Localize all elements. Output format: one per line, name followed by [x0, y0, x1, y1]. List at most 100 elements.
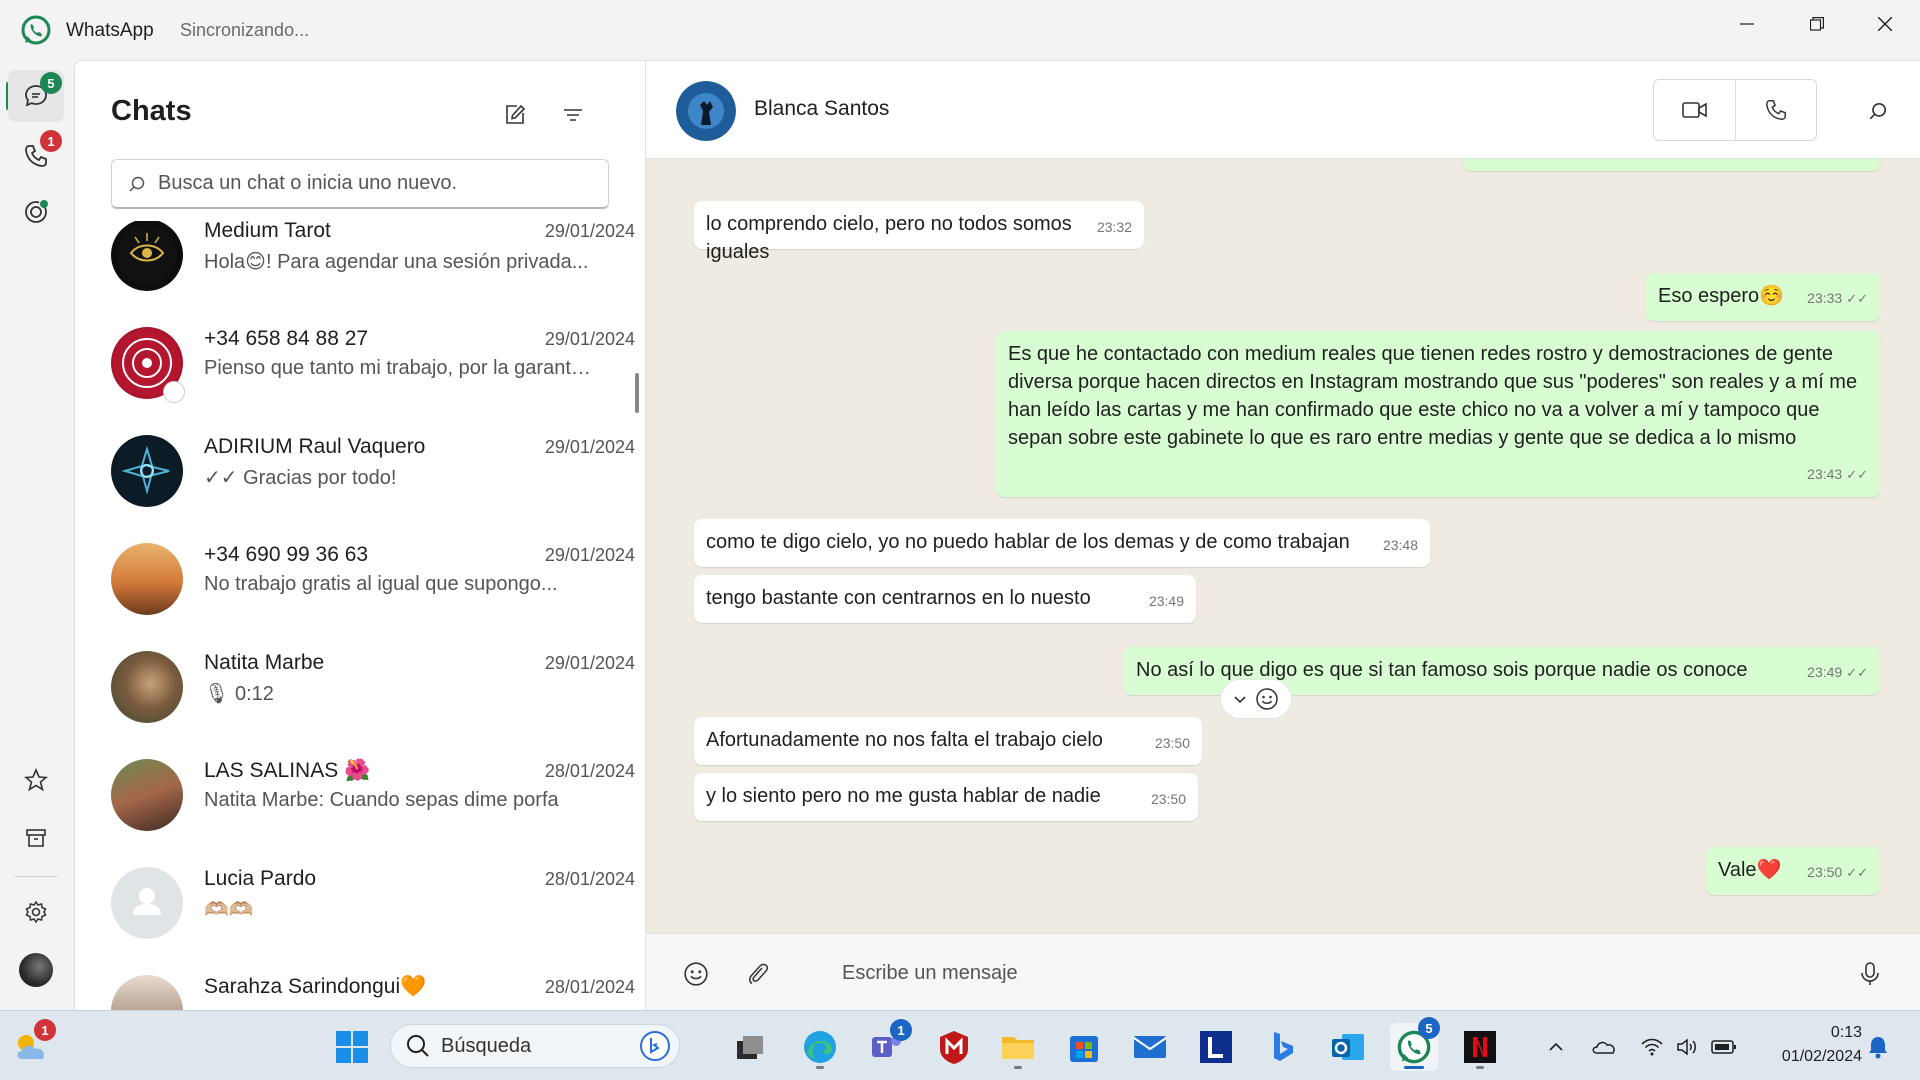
message-list: lo comprendo cielo, pero no todos somos …	[646, 159, 1920, 933]
message-bubble-incoming[interactable]: tengo bastante con centrarnos en lo nues…	[694, 575, 1196, 623]
minimize-button[interactable]	[1712, 0, 1782, 48]
taskbar-whatsapp[interactable]: 5	[1390, 1017, 1440, 1071]
double-check-icon: ✓✓	[1846, 865, 1868, 880]
chat-name: Sarahza Sarindongui🧡	[204, 975, 427, 998]
chat-search-box[interactable]	[111, 159, 609, 209]
folder-icon	[1002, 1037, 1034, 1059]
notifications-button[interactable]	[1862, 1033, 1894, 1061]
app-title: WhatsApp	[66, 20, 154, 41]
emoji-button[interactable]	[676, 954, 716, 994]
rail-chats-button[interactable]: 5	[8, 70, 64, 122]
chat-list-item[interactable]: Natita Marbe 29/01/2024 🎙 0:12	[75, 645, 635, 753]
title-bar: WhatsApp Sincronizando...	[0, 0, 1920, 60]
message-text: Es que he contactado con medium reales q…	[1008, 343, 1858, 449]
attach-button[interactable]	[738, 954, 778, 994]
chat-list-scrollbar[interactable]	[635, 373, 639, 413]
task-view-button[interactable]	[726, 1023, 774, 1071]
taskbar-clock[interactable]: 0:13 01/02/2024	[1752, 1021, 1862, 1069]
chat-list-item[interactable]: +34 658 84 88 27 29/01/2024 Pienso que t…	[75, 321, 635, 429]
conversation-header[interactable]: Blanca Santos	[646, 61, 1920, 159]
message-bubble-incoming[interactable]: como te digo cielo, yo no puedo hablar d…	[694, 519, 1430, 567]
chevron-down-icon[interactable]	[1233, 692, 1247, 706]
message-bubble-incoming[interactable]: y lo siento pero no me gusta hablar de n…	[694, 773, 1198, 821]
rail-starred-button[interactable]	[8, 754, 64, 806]
emoji-react-icon[interactable]	[1255, 687, 1279, 711]
network-tray-button[interactable]	[1636, 1033, 1668, 1061]
message-time: 23:50	[1150, 791, 1186, 807]
profile-avatar	[19, 953, 53, 987]
chat-preview: Pienso que tanto mi trabajo, por la gara…	[204, 357, 594, 379]
start-button[interactable]	[328, 1023, 376, 1071]
chat-list-item[interactable]: Lucia Pardo 28/01/2024 🫶🏼🫶🏼	[75, 861, 635, 969]
message-time: 23:49	[1807, 664, 1843, 680]
chat-preview: Hola😊! Para agendar una sesión privada..…	[204, 251, 589, 273]
taskbar-search-label: Búsqueda	[441, 1034, 532, 1057]
rail-settings-button[interactable]	[8, 886, 64, 938]
contact-name: Blanca Santos	[754, 97, 890, 120]
chat-list-title: Chats	[111, 95, 192, 127]
close-icon	[1878, 17, 1892, 31]
video-call-button[interactable]	[1654, 80, 1735, 140]
contact-avatar	[111, 543, 183, 615]
weather-badge: 1	[34, 1019, 56, 1041]
taskbar-teams[interactable]: 1	[862, 1019, 912, 1071]
call-buttons-group	[1653, 79, 1817, 141]
search-messages-button[interactable]	[1858, 91, 1898, 131]
chat-list-item[interactable]: +34 690 99 36 63 29/01/2024 No trabajo g…	[75, 537, 635, 645]
message-bubble-outgoing[interactable]: Es que he contactado con medium reales q…	[996, 331, 1880, 497]
chat-date: 29/01/2024	[544, 545, 635, 565]
chat-name: +34 690 99 36 63	[204, 543, 369, 566]
outlook-icon	[1332, 1034, 1364, 1060]
chat-date: 29/01/2024	[544, 653, 635, 673]
taskbar-search[interactable]: Búsqueda	[390, 1024, 680, 1068]
new-chat-button[interactable]	[495, 95, 535, 135]
taskbar-bing[interactable]	[1258, 1023, 1306, 1071]
message-time-wrap: 23:50 ✓✓	[1807, 858, 1868, 887]
taskbar-netflix[interactable]	[1456, 1023, 1504, 1071]
teams-badge: 1	[890, 1019, 912, 1041]
rail-calls-button[interactable]: 1	[8, 130, 64, 182]
message-bubble-outgoing[interactable]: Eso espero☺️ 23:33 ✓✓	[1646, 273, 1880, 321]
message-bubble-incoming[interactable]: Afortunadamente no nos falta el trabajo …	[694, 717, 1202, 765]
speaker-icon	[1677, 1038, 1696, 1056]
message-bubble-incoming[interactable]: lo comprendo cielo, pero no todos somos …	[694, 201, 1144, 263]
onedrive-tray-button[interactable]	[1588, 1033, 1620, 1061]
rail-archived-button[interactable]	[8, 812, 64, 864]
weather-widget[interactable]: 1	[8, 1019, 56, 1071]
message-input[interactable]	[842, 958, 1802, 988]
chat-list-item[interactable]: ADIRIUM Raul Vaquero 29/01/2024 ✓✓ Graci…	[75, 429, 635, 537]
taskbar-store[interactable]	[1060, 1023, 1108, 1071]
rail-profile-button[interactable]	[8, 944, 64, 996]
running-indicator	[1014, 1066, 1022, 1069]
voice-call-button[interactable]	[1735, 80, 1816, 140]
taskbar-edge[interactable]	[796, 1023, 844, 1071]
message-text: como te digo cielo, yo no puedo hablar d…	[706, 531, 1350, 553]
filter-button[interactable]	[553, 95, 593, 135]
chat-list-item[interactable]: Sarahza Sarindongui🧡 28/01/2024	[75, 969, 635, 1010]
show-hidden-icons-button[interactable]	[1540, 1033, 1572, 1061]
chat-preview: 🎙 0:12	[204, 683, 274, 705]
chat-list-item[interactable]: LAS SALINAS 🌺 28/01/2024 Natita Marbe: C…	[75, 753, 635, 861]
rail-status-button[interactable]	[8, 186, 64, 238]
taskbar-outlook[interactable]	[1324, 1023, 1372, 1071]
running-indicator	[816, 1066, 824, 1069]
volume-tray-button[interactable]	[1672, 1033, 1704, 1061]
chat-list-item[interactable]: Medium Tarot 29/01/2024 Hola😊! Para agen…	[75, 221, 635, 321]
taskbar-l-app[interactable]	[1192, 1023, 1240, 1071]
message-bubble-outgoing[interactable]	[1464, 159, 1880, 171]
taskbar-file-explorer[interactable]	[994, 1023, 1042, 1071]
chat-search-input[interactable]	[158, 172, 598, 195]
message-text: lo comprendo cielo, pero no todos somos …	[706, 213, 1072, 263]
battery-tray-button[interactable]	[1708, 1033, 1740, 1061]
message-bubble-outgoing[interactable]: Vale❤️ 23:50 ✓✓	[1706, 847, 1880, 895]
chat-name: Natita Marbe	[204, 651, 325, 674]
taskbar-mcafee[interactable]	[930, 1023, 978, 1071]
windows-taskbar: 1 Búsqueda 1 5 0:13 01/02/2024	[0, 1010, 1920, 1080]
compose-icon	[506, 104, 526, 124]
close-window-button[interactable]	[1850, 0, 1920, 48]
voice-message-button[interactable]	[1850, 954, 1890, 994]
cloud-icon	[1592, 1041, 1615, 1054]
restore-button[interactable]	[1782, 0, 1852, 48]
taskbar-mail[interactable]	[1126, 1023, 1174, 1071]
netflix-icon	[1464, 1031, 1496, 1063]
